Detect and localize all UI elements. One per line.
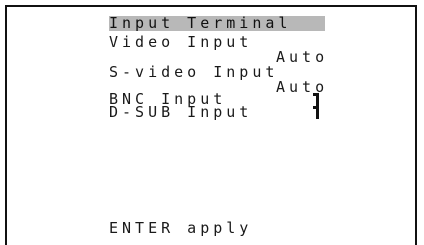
- bnc-input-mark-icon: [313, 93, 319, 106]
- osd-screen: Input Terminal Video Input Auto S-video …: [5, 5, 417, 245]
- d-sub-input-mark-icon: [313, 106, 319, 119]
- enter-apply-hint: ENTER apply: [109, 219, 253, 237]
- menu-item-s-video-input[interactable]: S-video Input: [109, 65, 278, 80]
- menu-item-d-sub-input[interactable]: D-SUB Input: [109, 105, 252, 120]
- s-video-input-value[interactable]: Auto: [276, 80, 328, 95]
- input-terminal-menu: Input Terminal Video Input Auto S-video …: [7, 7, 415, 245]
- video-input-value[interactable]: Auto: [276, 50, 328, 65]
- menu-item-video-input[interactable]: Video Input: [109, 35, 252, 50]
- menu-title: Input Terminal: [109, 16, 325, 31]
